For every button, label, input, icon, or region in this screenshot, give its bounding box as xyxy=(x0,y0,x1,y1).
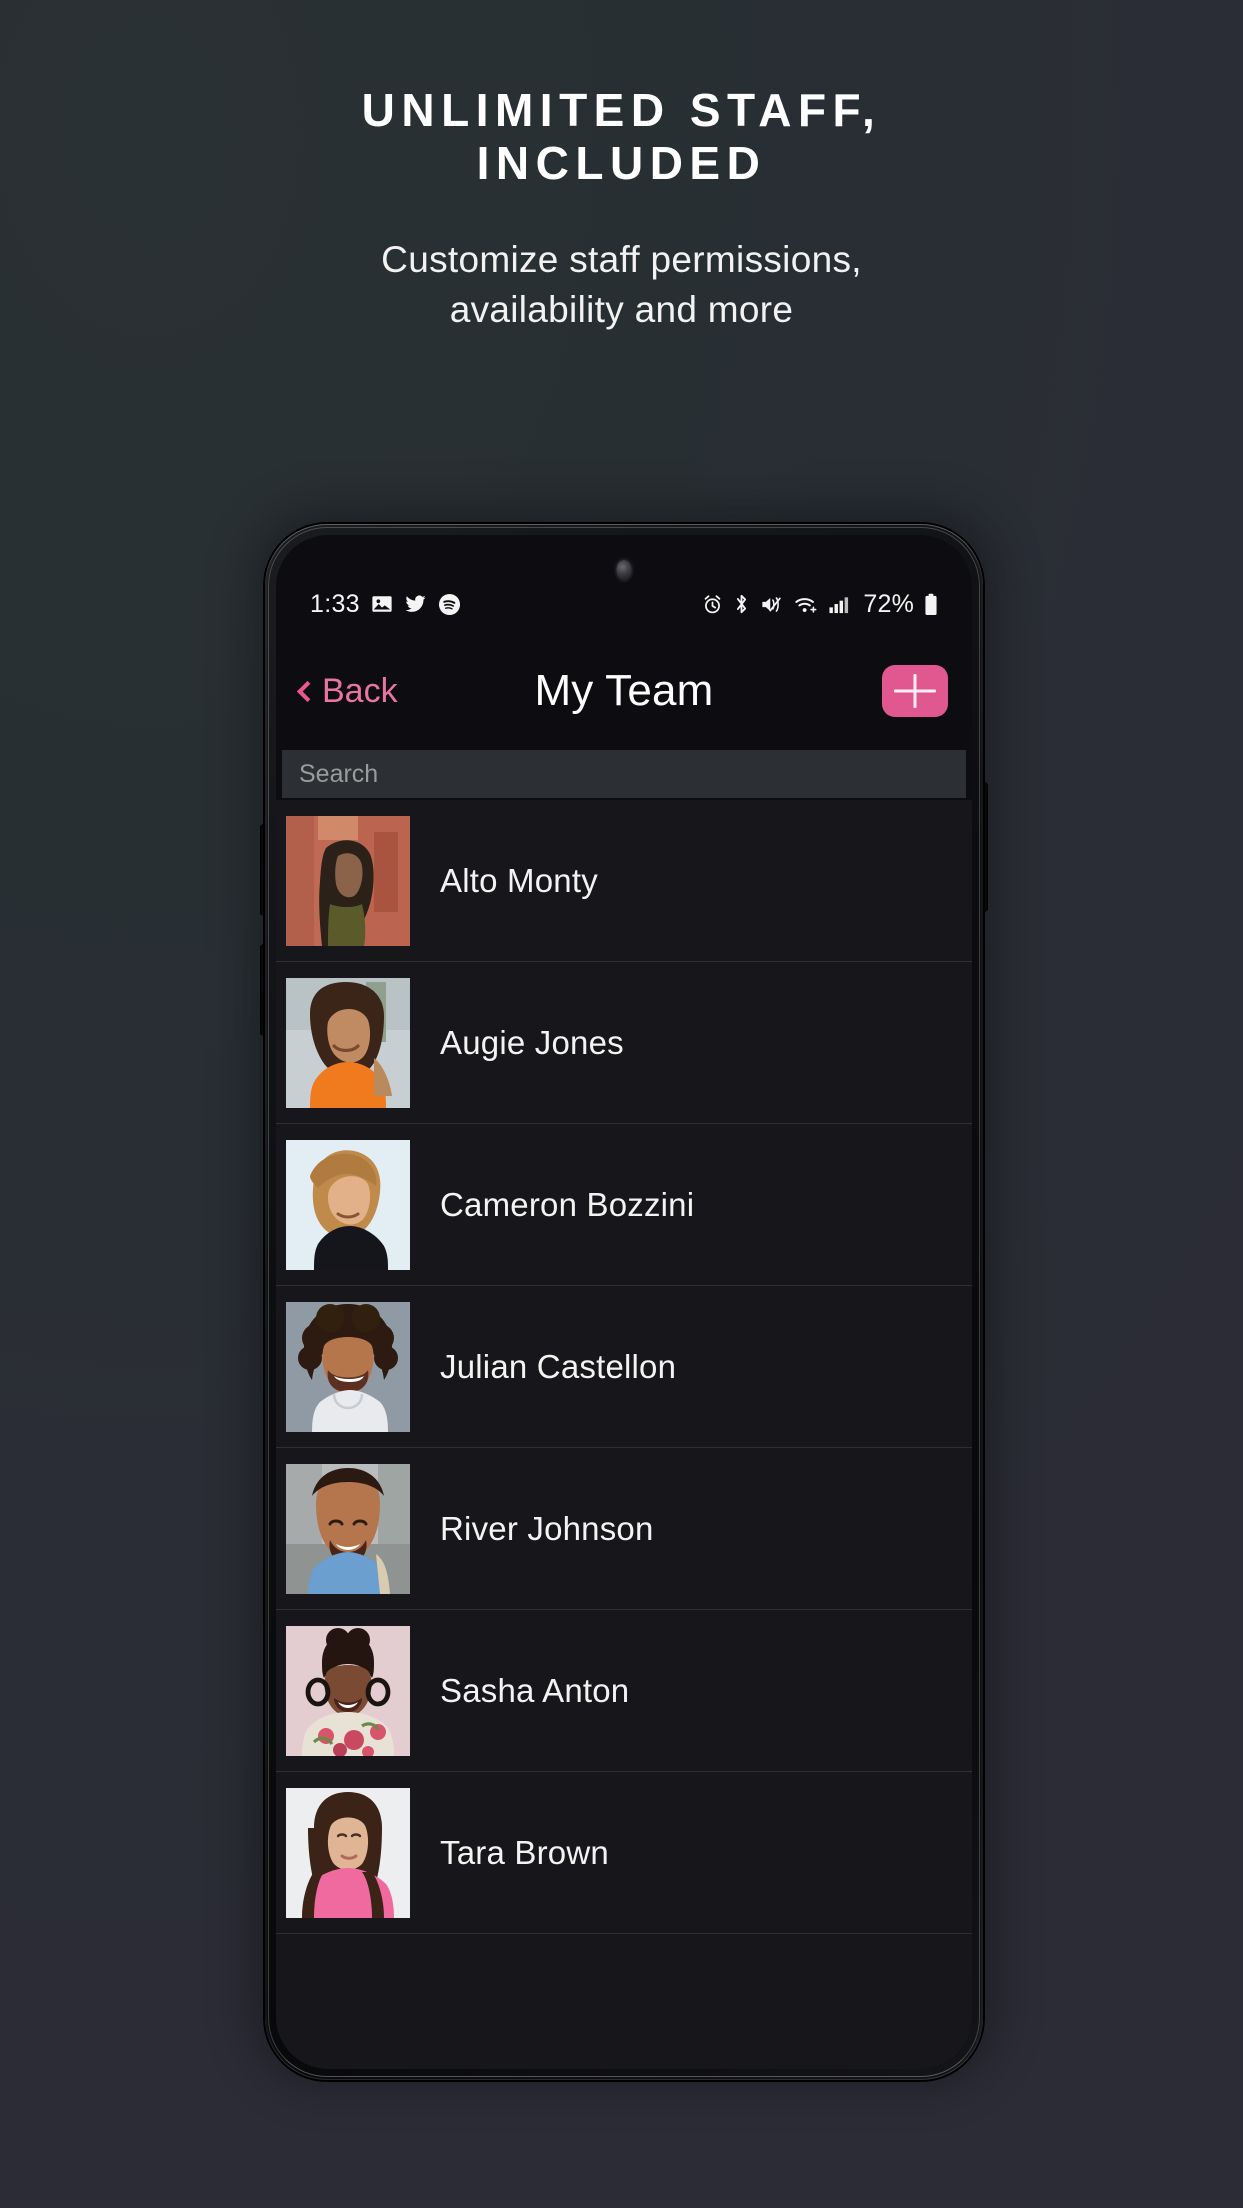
promo-title: UNLIMITED STAFF, INCLUDED xyxy=(110,84,1133,191)
add-staff-button[interactable] xyxy=(882,665,948,717)
phone-screen: 1:33 72% Back My Team Search Alto Monty … xyxy=(276,535,972,2069)
list-item-label: Augie Jones xyxy=(440,1023,624,1061)
list-item-label: Julian Castellon xyxy=(440,1347,677,1385)
battery-percent: 72% xyxy=(863,589,914,618)
avatar xyxy=(286,977,410,1108)
chevron-left-icon xyxy=(296,680,319,702)
alarm-icon xyxy=(702,594,723,615)
avatar xyxy=(286,1463,410,1594)
search-bar xyxy=(276,750,972,798)
front-camera-icon xyxy=(616,560,632,580)
photo-icon xyxy=(371,593,393,615)
status-time: 1:33 xyxy=(310,589,360,618)
mute-vibrate-icon xyxy=(760,594,784,615)
promo-title-line-2: INCLUDED xyxy=(476,137,767,190)
battery-icon xyxy=(924,593,938,616)
list-item[interactable]: Augie Jones xyxy=(276,962,972,1124)
status-bar: 1:33 72% xyxy=(276,585,972,623)
list-item[interactable]: Tara Brown xyxy=(276,1772,972,1934)
wifi-icon xyxy=(794,594,818,615)
nav-header: Back My Team xyxy=(276,643,972,739)
search-input[interactable] xyxy=(282,750,966,798)
avatar xyxy=(286,1625,410,1756)
phone-mockup: 1:33 72% Back My Team Search Alto Monty … xyxy=(251,506,997,2086)
avatar xyxy=(286,1787,410,1918)
list-item-label: Tara Brown xyxy=(440,1833,609,1871)
list-item[interactable]: Julian Castellon xyxy=(276,1286,972,1448)
avatar xyxy=(286,815,410,946)
bluetooth-icon xyxy=(733,593,750,615)
promo-title-line-1: UNLIMITED STAFF, xyxy=(361,84,882,136)
spotify-icon xyxy=(438,593,461,616)
promo-subtitle-line-1: Customize staff permissions, xyxy=(381,238,862,280)
back-button-label: Back xyxy=(322,671,398,710)
team-list[interactable]: Alto Monty Augie Jones Cameron Bozzini J… xyxy=(276,800,972,2069)
twitter-icon xyxy=(404,593,427,615)
status-bar-right: 72% xyxy=(702,590,938,619)
list-item[interactable]: Cameron Bozzini xyxy=(276,1124,972,1286)
phone-body: 1:33 72% Back My Team Search Alto Monty … xyxy=(265,524,983,2080)
promo-block: UNLIMITED STAFF, INCLUDED Customize staf… xyxy=(0,84,1243,335)
avatar xyxy=(286,1301,410,1432)
list-item-label: River Johnson xyxy=(440,1509,654,1547)
avatar xyxy=(286,1139,410,1270)
cellular-signal-icon xyxy=(828,594,850,615)
promo-subtitle: Customize staff permissions, availabilit… xyxy=(110,235,1133,336)
list-item-label: Cameron Bozzini xyxy=(440,1185,695,1223)
list-item[interactable]: River Johnson xyxy=(276,1448,972,1610)
list-item-label: Alto Monty xyxy=(440,861,598,899)
back-button[interactable]: Back xyxy=(296,671,398,711)
list-item[interactable]: Sasha Anton xyxy=(276,1610,972,1772)
list-item-label: Sasha Anton xyxy=(440,1671,630,1709)
promo-subtitle-line-2: availability and more xyxy=(449,289,794,331)
status-bar-left: 1:33 xyxy=(310,590,461,619)
list-item[interactable]: Alto Monty xyxy=(276,800,972,962)
